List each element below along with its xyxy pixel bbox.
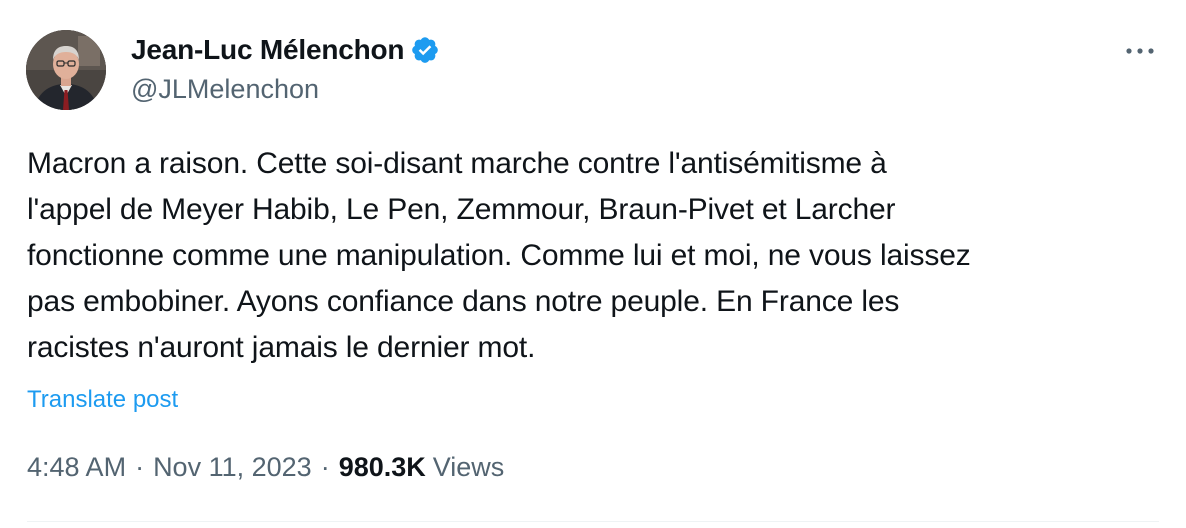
avatar[interactable] bbox=[26, 30, 106, 110]
verified-badge-icon[interactable] bbox=[410, 35, 440, 65]
author-name-row: Jean-Luc Mélenchon bbox=[131, 32, 440, 68]
author-display-name[interactable]: Jean-Luc Mélenchon bbox=[131, 34, 405, 66]
separator: · bbox=[135, 452, 145, 482]
separator: · bbox=[320, 452, 330, 482]
tweet-card: Jean-Luc Mélenchon @JLMelenchon Macron a… bbox=[0, 0, 1186, 528]
views-count: 980.3K bbox=[338, 452, 426, 482]
post-metadata: 4:48 AM · Nov 11, 2023 · 980.3K Views bbox=[27, 452, 504, 483]
translate-post-link[interactable]: Translate post bbox=[27, 386, 178, 414]
author-handle[interactable]: @JLMelenchon bbox=[131, 74, 319, 105]
views-label: Views bbox=[432, 452, 505, 482]
post-date[interactable]: Nov 11, 2023 bbox=[153, 452, 312, 483]
divider bbox=[27, 521, 1159, 522]
post-time[interactable]: 4:48 AM bbox=[27, 452, 126, 483]
more-horizontal-icon[interactable] bbox=[1120, 36, 1160, 66]
post-text: Macron a raison. Cette soi-disant marche… bbox=[27, 147, 971, 364]
